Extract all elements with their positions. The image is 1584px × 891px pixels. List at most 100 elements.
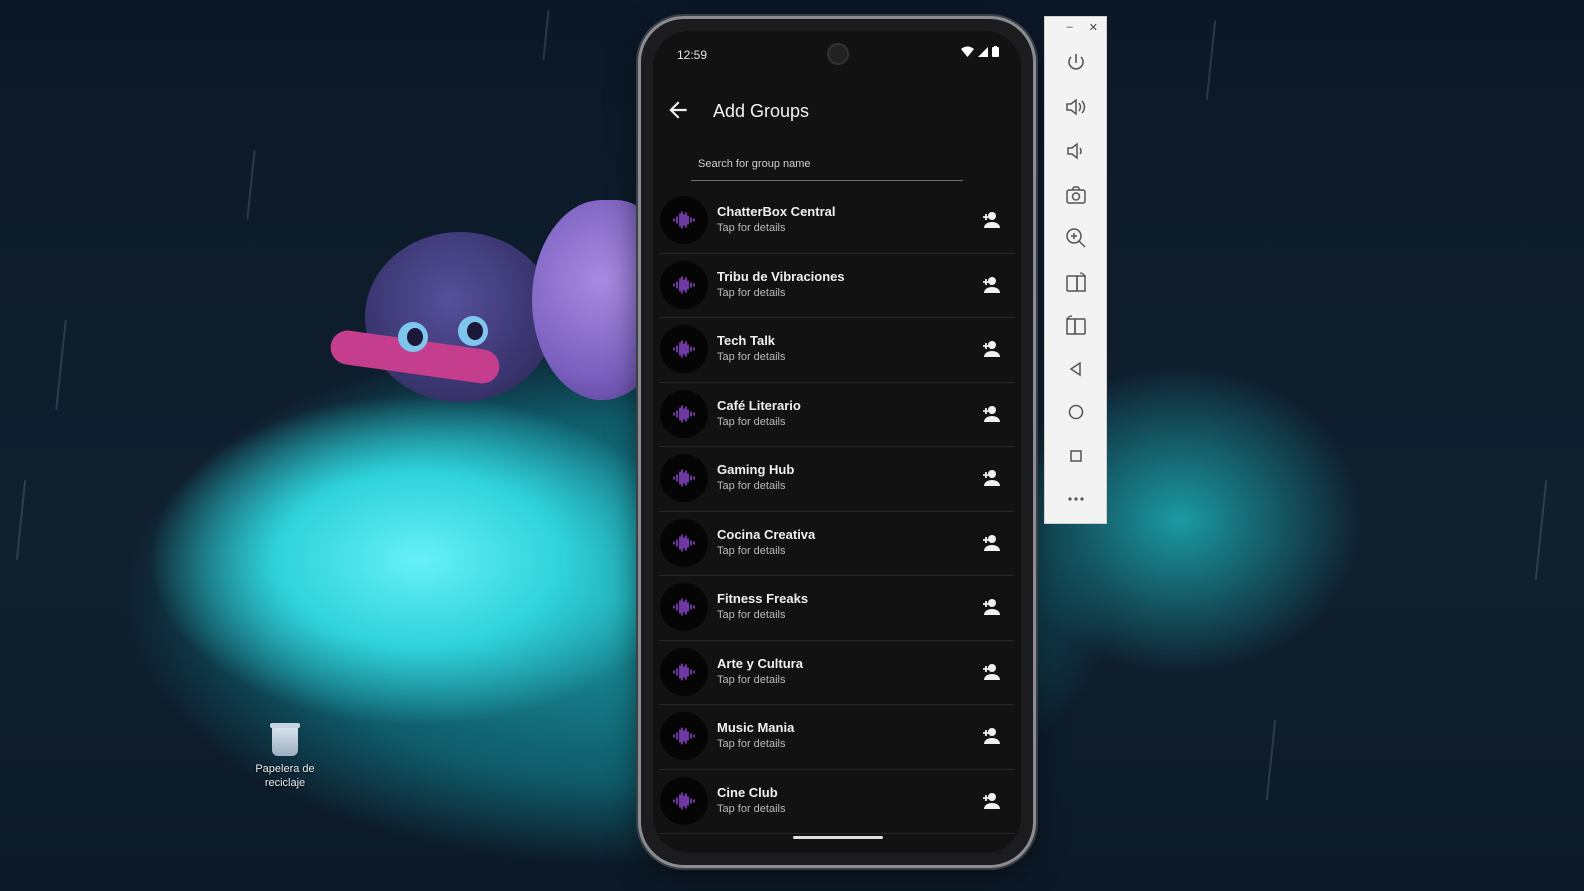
volume-down-icon[interactable] xyxy=(1063,138,1089,164)
more-icon[interactable] xyxy=(1063,486,1089,512)
sound-waveform-icon xyxy=(673,275,695,294)
rotate-left-icon[interactable] xyxy=(1063,269,1089,295)
recycle-bin-desktop-icon[interactable]: Papelera de reciclaje xyxy=(248,723,322,790)
emulator-toolbar: – ✕ xyxy=(1044,16,1107,524)
volume-up-icon[interactable] xyxy=(1063,94,1089,120)
group-avatar xyxy=(660,389,708,438)
group-avatar xyxy=(660,712,708,760)
group-name: ChatterBox Central xyxy=(717,204,836,219)
rain-streak xyxy=(246,150,256,220)
group-name: Cine Club xyxy=(717,784,778,800)
group-name: Music Mania xyxy=(717,720,795,735)
search-input[interactable] xyxy=(691,147,963,180)
group-name: Tribu de Vibraciones xyxy=(717,268,845,284)
power-icon[interactable] xyxy=(1063,50,1089,76)
group-avatar xyxy=(660,196,708,244)
recycle-bin-label-line1: Papelera de xyxy=(255,763,315,775)
group-name: Fitness Freaks xyxy=(717,591,809,606)
back-icon[interactable] xyxy=(1063,356,1089,382)
rotate-right-icon[interactable] xyxy=(1063,312,1089,338)
recycle-bin-label-line2: reciclaje xyxy=(264,777,306,789)
window-controls: – ✕ xyxy=(1067,21,1098,34)
group-list-item[interactable]: ChatterBox Central Tap for details xyxy=(659,189,1015,254)
back-arrow-icon[interactable] xyxy=(665,97,691,123)
status-bar: 12:59 xyxy=(653,31,1021,77)
group-name: Tech Talk xyxy=(717,333,776,348)
status-time: 12:59 xyxy=(677,48,708,62)
add-person-icon[interactable] xyxy=(979,531,1003,555)
sound-waveform-icon xyxy=(673,598,695,616)
add-person-icon[interactable] xyxy=(979,660,1003,684)
add-person-icon[interactable] xyxy=(979,466,1003,490)
overview-icon[interactable] xyxy=(1063,443,1089,469)
group-list-item[interactable]: Music Mania Tap for details xyxy=(659,705,1015,770)
add-person-icon[interactable] xyxy=(979,595,1003,619)
group-avatar xyxy=(660,260,708,309)
group-avatar xyxy=(660,454,708,502)
wifi-icon xyxy=(961,46,974,57)
group-subtitle: Tap for details xyxy=(717,286,786,299)
group-name: Arte y Cultura xyxy=(717,655,803,671)
phone-frame: 12:59 Add Groups Search for group name C… xyxy=(638,16,1036,868)
group-name: Gaming Hub xyxy=(717,462,795,477)
rain-streak xyxy=(55,320,67,410)
group-list-item[interactable]: Gaming Hub Tap for details xyxy=(659,447,1015,512)
search-field[interactable] xyxy=(691,147,963,181)
sound-waveform-icon xyxy=(673,533,695,552)
group-avatar xyxy=(660,647,708,696)
minimize-button[interactable]: – xyxy=(1067,21,1073,34)
sound-waveform-icon xyxy=(673,211,695,229)
zoom-in-icon[interactable] xyxy=(1063,225,1089,251)
add-person-icon[interactable] xyxy=(979,273,1003,297)
sound-waveform-icon xyxy=(673,791,695,810)
group-list-item[interactable]: Cine Club Tap for details xyxy=(659,770,1015,834)
group-list-item[interactable]: Fitness Freaks Tap for details xyxy=(659,576,1015,641)
wallpaper-creature-eye xyxy=(398,322,428,352)
page-title: Add Groups xyxy=(713,101,810,121)
group-list: ChatterBox Central Tap for details Tribu… xyxy=(659,189,1015,834)
group-subtitle: Tap for details xyxy=(717,415,786,428)
group-avatar xyxy=(660,325,708,373)
group-subtitle: Tap for details xyxy=(717,802,786,815)
sound-waveform-icon xyxy=(673,662,695,681)
group-list-item[interactable]: Cocina Creativa Tap for details xyxy=(659,512,1015,576)
rain-streak xyxy=(1534,480,1548,580)
wallpaper-creature-eye xyxy=(458,316,488,346)
group-list-item[interactable]: Arte y Cultura Tap for details xyxy=(659,641,1015,705)
gesture-nav-bar[interactable] xyxy=(793,836,883,839)
group-subtitle: Tap for details xyxy=(717,222,786,234)
camera-icon[interactable] xyxy=(1063,182,1089,208)
group-avatar xyxy=(660,583,708,631)
sound-waveform-icon xyxy=(673,469,695,487)
group-list-item[interactable]: Tech Talk Tap for details xyxy=(659,318,1015,383)
rain-streak xyxy=(542,10,550,60)
group-name: Café Literario xyxy=(717,397,801,413)
close-button[interactable]: ✕ xyxy=(1089,21,1098,34)
add-person-icon[interactable] xyxy=(979,402,1003,426)
group-subtitle: Tap for details xyxy=(717,480,786,492)
group-avatar xyxy=(660,518,708,567)
rain-streak xyxy=(1265,720,1277,800)
add-person-icon[interactable] xyxy=(979,337,1003,361)
rain-streak xyxy=(1205,20,1217,100)
status-icons xyxy=(961,46,999,57)
group-avatar xyxy=(660,776,708,825)
add-person-icon[interactable] xyxy=(979,208,1003,232)
app-bar: Add Groups xyxy=(653,89,1021,133)
battery-icon xyxy=(992,46,999,57)
group-subtitle: Tap for details xyxy=(717,738,786,750)
home-icon[interactable] xyxy=(1063,399,1089,425)
phone-screen: 12:59 Add Groups Search for group name C… xyxy=(653,31,1021,853)
sound-waveform-icon xyxy=(673,404,695,423)
group-subtitle: Tap for details xyxy=(717,673,786,686)
group-subtitle: Tap for details xyxy=(717,609,786,621)
signal-icon xyxy=(978,46,988,57)
group-list-item[interactable]: Café Literario Tap for details xyxy=(659,383,1015,447)
add-person-icon[interactable] xyxy=(979,789,1003,813)
group-list-item[interactable]: Tribu de Vibraciones Tap for details xyxy=(659,254,1015,318)
add-person-icon[interactable] xyxy=(979,724,1003,748)
sound-waveform-icon xyxy=(673,727,695,745)
recycle-bin-icon xyxy=(270,723,300,756)
group-name: Cocina Creativa xyxy=(717,526,816,542)
sound-waveform-icon xyxy=(673,340,695,358)
